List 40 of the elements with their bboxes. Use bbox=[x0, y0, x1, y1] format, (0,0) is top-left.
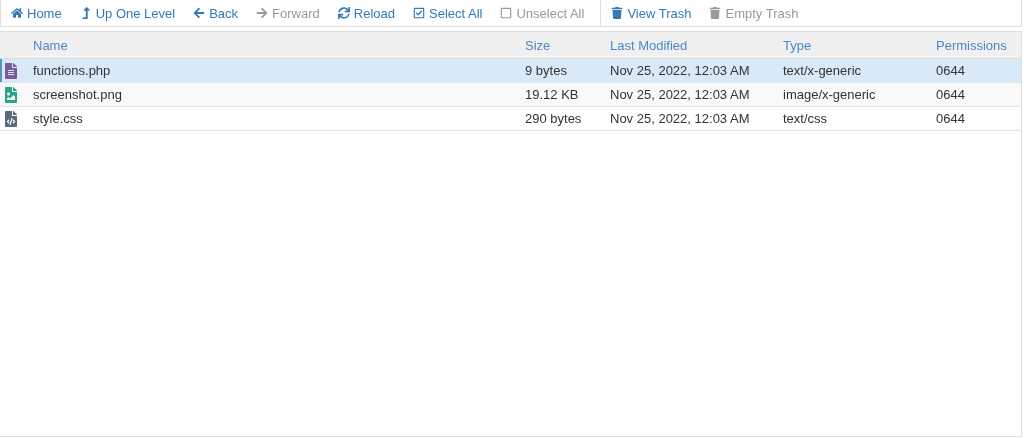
table-cell-text: Nov 25, 2022, 12:03 AM bbox=[610, 111, 751, 126]
table-cell-text: text/css bbox=[783, 111, 829, 126]
code-file-icon bbox=[3, 110, 19, 127]
file-row[interactable]: functions.php 9 bytes Nov 25, 2022, 12:03 AM text/x-generic 0644 bbox=[0, 59, 1021, 83]
table-cell-text: 9 bytes bbox=[525, 63, 568, 78]
toolbar-button[interactable]: Select All bbox=[407, 5, 489, 21]
table-cell-text: functions.php bbox=[33, 63, 112, 78]
file-row[interactable]: screenshot.png 19.12 KB Nov 25, 2022, 12:03 AM image/x-generic 0644 bbox=[0, 83, 1021, 107]
home-icon bbox=[11, 7, 23, 19]
right-arrow-icon bbox=[256, 7, 269, 19]
column-header[interactable]: Size bbox=[525, 37, 610, 53]
table-cell-text: 0644 bbox=[936, 63, 966, 78]
column-header[interactable]: Type bbox=[783, 37, 936, 53]
table-cell-text: 290 bytes bbox=[525, 111, 583, 126]
column-header[interactable]: Permissions bbox=[936, 37, 1021, 53]
table-cell-text: 0644 bbox=[936, 87, 966, 102]
toolbar-button[interactable]: Reload bbox=[331, 5, 401, 21]
up-arrow-icon bbox=[79, 7, 92, 19]
column-header[interactable]: Name bbox=[33, 37, 525, 53]
table-cell-text: 0644 bbox=[936, 111, 966, 126]
table-cell-text: screenshot.png bbox=[33, 87, 123, 102]
table-cell-text: image/x-generic bbox=[783, 87, 877, 102]
toolbar-button[interactable]: Home bbox=[5, 5, 68, 21]
toolbar-button[interactable]: View Trash bbox=[605, 5, 698, 21]
toolbar-button[interactable]: Up One Level bbox=[73, 5, 182, 21]
table-cell-text: text/x-generic bbox=[783, 63, 863, 78]
document-icon bbox=[3, 62, 19, 79]
toolbar-button[interactable]: Back bbox=[187, 5, 245, 21]
trash-icon bbox=[611, 7, 624, 19]
empty-box-icon bbox=[500, 7, 513, 19]
checked-box-icon bbox=[413, 7, 425, 19]
image-file-icon bbox=[3, 86, 19, 103]
table-cell-text: 19.12 KB bbox=[525, 87, 580, 102]
reload-icon bbox=[337, 7, 350, 19]
table-cell-text: Nov 25, 2022, 12:03 AM bbox=[610, 87, 751, 102]
table-cell-text: Nov 25, 2022, 12:03 AM bbox=[610, 63, 751, 78]
column-header[interactable]: Last Modified bbox=[610, 37, 783, 53]
table-cell-text: style.css bbox=[33, 111, 84, 126]
left-arrow-icon bbox=[193, 7, 206, 19]
trash-icon bbox=[709, 7, 722, 19]
